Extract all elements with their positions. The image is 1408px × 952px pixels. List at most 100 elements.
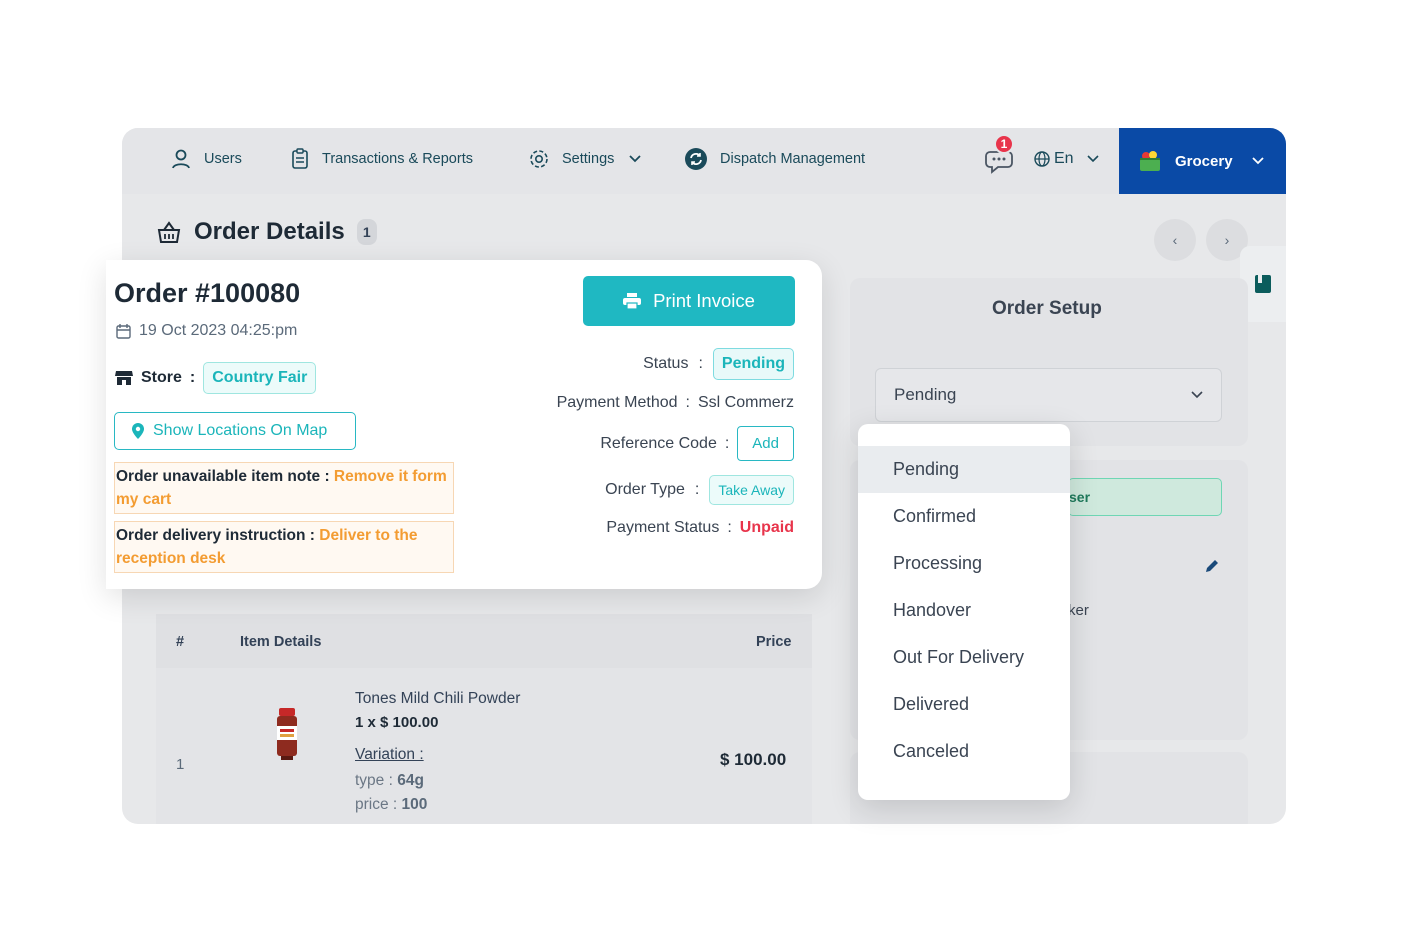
order-date-text: 19 Oct 2023 04:25:pm: [139, 322, 298, 339]
grocery-basket-icon: [1140, 151, 1160, 171]
nav-dispatch-label: Dispatch Management: [720, 151, 866, 167]
nav-transactions[interactable]: Transactions & Reports: [290, 128, 473, 190]
top-navbar: Users Transactions & Reports Settings Di…: [122, 128, 1286, 194]
page-title: Order Details: [194, 218, 345, 245]
item-type-label: type :: [355, 772, 393, 789]
nav-settings[interactable]: Settings: [528, 128, 642, 190]
reference-code-label: Reference Code: [600, 434, 717, 452]
globe-icon: [1034, 151, 1050, 167]
unavailable-note-label: Order unavailable item note :: [116, 468, 330, 485]
unavailable-item-note: Order unavailable item note : Remove it …: [114, 462, 454, 514]
row-index: 1: [176, 756, 185, 773]
status-option-out-for-delivery[interactable]: Out For Delivery: [858, 634, 1070, 681]
order-count-badge: 1: [356, 219, 377, 245]
nav-users-label: Users: [204, 151, 242, 167]
chevron-down-icon: [1251, 157, 1264, 165]
status-option-pending[interactable]: Pending: [858, 446, 1070, 493]
order-type-row: Order Type : Take Away: [605, 475, 794, 505]
store-row: Store : Country Fair: [115, 362, 317, 394]
status-option-handover[interactable]: Handover: [858, 587, 1070, 634]
order-setup-title: Order Setup: [992, 298, 1102, 319]
printer-icon: [623, 293, 642, 309]
status-option-confirmed[interactable]: Confirmed: [858, 493, 1070, 540]
product-image: [277, 708, 297, 760]
payment-method-row: Payment Method : Ssl Commerz: [557, 394, 794, 412]
pencil-icon[interactable]: [1204, 558, 1220, 574]
store-label: Store: [141, 369, 182, 386]
items-table-header: # Item Details Price: [156, 614, 812, 668]
chevron-right-icon: ›: [1224, 232, 1230, 248]
chevron-down-icon: [1191, 391, 1203, 399]
payment-status-value: Unpaid: [739, 519, 794, 536]
clipboard-icon: [292, 148, 308, 169]
module-switcher[interactable]: Grocery: [1119, 128, 1286, 194]
page-header: Order Details 1: [156, 218, 377, 246]
item-type: type : 64g: [355, 772, 424, 790]
print-invoice-button[interactable]: Print Invoice: [583, 276, 795, 326]
order-number: Order #100080: [114, 278, 301, 308]
add-reference-button[interactable]: Add: [737, 426, 794, 461]
calendar-icon: [116, 323, 131, 339]
item-price-value: 100: [401, 796, 428, 813]
status-row: Status : Pending: [643, 348, 794, 380]
reference-code-colon: :: [724, 434, 730, 452]
print-invoice-label: Print Invoice: [653, 290, 755, 311]
status-select-value: Pending: [894, 385, 957, 404]
status-colon: :: [698, 355, 703, 372]
nav-dispatch[interactable]: Dispatch Management: [684, 128, 865, 190]
gear-icon: [530, 150, 548, 168]
item-variation: Variation :: [355, 746, 424, 763]
item-name: Tones Mild Chili Powder: [355, 690, 521, 707]
language-selector[interactable]: En: [1034, 128, 1100, 190]
show-locations-label: Show Locations On Map: [153, 422, 328, 439]
order-date: 19 Oct 2023 04:25:pm: [116, 322, 297, 340]
payment-status-row: Payment Status : Unpaid: [606, 519, 794, 537]
status-dropdown-menu: Pending Confirmed Processing Handover Ou…: [858, 424, 1070, 800]
status-badge: Pending: [712, 348, 794, 380]
payment-method-value: Ssl Commerz: [697, 394, 794, 411]
payment-status-colon: :: [727, 519, 732, 536]
assign-button[interactable]: ser: [1068, 478, 1222, 516]
store-icon: [115, 371, 133, 385]
user-icon: [172, 149, 190, 169]
order-status-select[interactable]: Pending: [875, 368, 1222, 422]
item-price: price : 100: [355, 796, 427, 814]
status-option-canceled[interactable]: Canceled: [858, 728, 1070, 775]
col-price: Price: [756, 634, 792, 650]
basket-icon: [157, 221, 181, 243]
item-qty: 1 x $ 100.00: [355, 714, 439, 731]
nav-users[interactable]: Users: [170, 128, 242, 190]
map-pin-icon: [132, 423, 144, 439]
payment-status-label: Payment Status: [606, 519, 720, 536]
book-icon: [1255, 275, 1271, 293]
chevron-down-icon: [629, 155, 642, 163]
nav-settings-label: Settings: [562, 151, 615, 167]
order-info-card: Order #100080 19 Oct 2023 04:25:pm Store…: [106, 260, 822, 589]
item-total: $ 100.00: [720, 750, 787, 769]
status-label: Status: [643, 355, 689, 372]
prev-order-button[interactable]: ‹: [1154, 219, 1196, 261]
col-index: #: [176, 634, 185, 650]
status-option-delivered[interactable]: Delivered: [858, 681, 1070, 728]
status-option-processing[interactable]: Processing: [858, 540, 1070, 587]
item-type-value: 64g: [397, 772, 424, 789]
store-name-chip[interactable]: Country Fair: [203, 362, 317, 394]
language-label: En: [1054, 150, 1074, 167]
assign-button-label: ser: [1069, 489, 1091, 505]
show-locations-button[interactable]: Show Locations On Map: [114, 412, 356, 450]
store-colon: :: [189, 369, 196, 386]
delivery-instruction-label: Order delivery instruction :: [116, 527, 315, 544]
chevron-left-icon: ‹: [1172, 232, 1178, 248]
reference-code-row: Reference Code : Add: [600, 426, 794, 461]
deliveryman-partial-text: ker: [1068, 602, 1089, 619]
chat-badge: 1: [994, 134, 1014, 154]
refresh-icon: [685, 148, 707, 170]
order-type-badge: Take Away: [709, 475, 794, 505]
col-item-details: Item Details: [240, 634, 322, 650]
item-price-label: price :: [355, 796, 398, 813]
order-type-colon: :: [694, 481, 700, 498]
payment-method-label: Payment Method: [556, 394, 678, 411]
payment-method-colon: :: [685, 394, 690, 411]
delivery-instruction-note: Order delivery instruction : Deliver to …: [114, 521, 454, 573]
module-label: Grocery: [1175, 152, 1233, 170]
